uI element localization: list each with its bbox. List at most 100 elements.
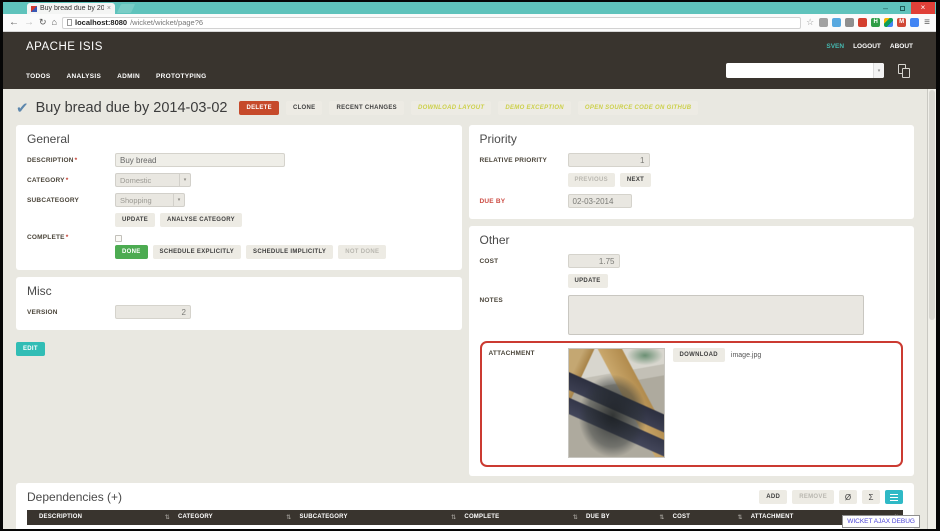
relative-priority-label: RELATIVE PRIORITY — [480, 157, 568, 164]
back-icon[interactable]: ← — [9, 18, 19, 28]
required-mark: * — [66, 177, 69, 184]
nav-item-analysis[interactable]: ANALYSIS — [67, 73, 102, 80]
dependencies-title: Dependencies (+) — [27, 490, 122, 504]
cost-field: 1.75 — [568, 254, 620, 268]
nav-item-prototyping[interactable]: PROTOTYPING — [156, 73, 207, 80]
url-host: localhost:8080 — [75, 18, 127, 27]
edit-button[interactable]: EDIT — [16, 342, 45, 356]
due-by-label: DUE BY — [480, 198, 568, 205]
sort-icon: ⇅ — [737, 514, 742, 521]
demo-exception-button[interactable]: DEMO EXCEPTION — [498, 101, 571, 115]
update-cost-button[interactable]: UPDATE — [568, 274, 608, 288]
apache-isis-app: APACHE ISIS TODOS ANALYSIS ADMIN PROTOTY… — [3, 32, 936, 529]
required-mark: * — [75, 157, 78, 164]
add-button[interactable]: ADD — [759, 490, 787, 504]
browser-window: Buy bread due by 20 × – × ← → ↻ ⌂ localh… — [3, 2, 936, 529]
sort-icon: ⇅ — [165, 514, 170, 521]
recent-changes-button[interactable]: RECENT CHANGES — [329, 101, 404, 115]
scrollbar-thumb[interactable] — [929, 90, 935, 320]
scrollbar[interactable] — [927, 89, 936, 529]
url-path: /wicket/wicket/page?6 — [130, 18, 203, 27]
update-button[interactable]: UPDATE — [115, 213, 155, 227]
wicket-ajax-debug-link[interactable]: WICKET AJAX DEBUG — [842, 515, 920, 528]
extension-icon[interactable] — [910, 18, 919, 27]
misc-panel: Misc VERSION 2 — [16, 277, 462, 330]
open-source-button[interactable]: OPEN SOURCE CODE ON GITHUB — [578, 101, 698, 115]
logout-link[interactable]: LOGOUT — [853, 43, 881, 50]
clone-button[interactable]: CLONE — [286, 101, 323, 115]
brand-logo[interactable]: APACHE ISIS — [26, 41, 103, 53]
due-by-field: 02-03-2014 — [568, 194, 632, 208]
main-nav: TODOS ANALYSIS ADMIN PROTOTYPING — [26, 73, 206, 80]
other-panel-title: Other — [480, 233, 904, 247]
download-button[interactable]: DOWNLOAD — [673, 348, 725, 362]
version-field: 2 — [115, 305, 191, 319]
bookmark-star-icon[interactable]: ☆ — [806, 17, 814, 28]
summary-sigma-icon[interactable]: Σ — [862, 490, 880, 504]
extension-icon[interactable]: H — [871, 18, 880, 27]
extension-icon[interactable] — [845, 18, 854, 27]
schedule-explicitly-button[interactable]: SCHEDULE EXPLICITLY — [153, 245, 242, 259]
done-button[interactable]: DONE — [115, 245, 148, 259]
priority-panel-title: Priority — [480, 132, 904, 146]
tab-close-icon[interactable]: × — [107, 5, 111, 12]
column-header-complete[interactable]: COMPLETE⇅ — [460, 510, 582, 525]
browser-tab[interactable]: Buy bread due by 20 × — [27, 3, 115, 14]
forward-icon[interactable]: → — [24, 18, 34, 28]
list-view-icon[interactable] — [885, 490, 903, 504]
chevron-down-icon: ▾ — [179, 174, 190, 186]
column-header-cost[interactable]: COST⇅ — [669, 510, 747, 525]
schedule-implicitly-button[interactable]: SCHEDULE IMPLICITLY — [246, 245, 333, 259]
required-mark: * — [66, 234, 69, 241]
minimize-button[interactable]: – — [877, 2, 894, 14]
chevron-down-icon[interactable]: ▾ — [873, 63, 884, 78]
notes-field[interactable] — [568, 295, 864, 335]
hide-columns-icon[interactable]: Ø — [839, 490, 857, 504]
extension-icon[interactable] — [832, 18, 841, 27]
tab-title: Buy bread due by 20 — [40, 5, 104, 12]
browser-toolbar: ← → ↻ ⌂ localhost:8080/wicket/wicket/pag… — [3, 14, 936, 32]
extension-icon[interactable] — [819, 18, 828, 27]
extension-icon[interactable] — [884, 18, 893, 27]
maximize-icon — [900, 6, 905, 11]
version-label: VERSION — [27, 309, 115, 316]
user-name[interactable]: SVEN — [826, 43, 844, 50]
extension-icon[interactable]: M — [897, 18, 906, 27]
nav-item-admin[interactable]: ADMIN — [117, 73, 140, 80]
new-tab-button[interactable] — [117, 4, 135, 13]
extension-icon[interactable] — [858, 18, 867, 27]
attachment-image — [568, 348, 665, 458]
maximize-button[interactable] — [894, 2, 911, 14]
column-header-category[interactable]: CATEGORY⇅ — [174, 510, 296, 525]
download-layout-button[interactable]: DOWNLOAD LAYOUT — [411, 101, 491, 115]
column-header-subcategory[interactable]: SUBCATEGORY⇅ — [295, 510, 460, 525]
sort-icon: ⇅ — [286, 514, 291, 521]
category-label: CATEGORY* — [27, 177, 115, 184]
dependencies-panel: Dependencies (+) ADD REMOVE Ø Σ DESCRIP — [16, 483, 914, 529]
attachment-filename: image.jpg — [731, 352, 761, 359]
object-header: ✔ Buy bread due by 2014-03-02 DELETE CLO… — [16, 96, 914, 120]
close-button[interactable]: × — [911, 2, 935, 14]
desktop-screen: Buy bread due by 20 × – × ← → ↻ ⌂ localh… — [0, 0, 940, 531]
copy-bookmark-icon[interactable] — [898, 64, 911, 78]
column-header-due-by[interactable]: DUE BY⇅ — [582, 510, 669, 525]
menu-icon[interactable]: ≡ — [924, 17, 930, 28]
app-header: APACHE ISIS TODOS ANALYSIS ADMIN PROTOTY… — [3, 32, 936, 89]
bookmarks-select[interactable]: ▾ — [726, 63, 884, 78]
description-field[interactable]: Buy bread — [115, 153, 285, 167]
about-link[interactable]: ABOUT — [890, 43, 913, 50]
notes-label: NOTES — [480, 295, 568, 304]
home-icon[interactable]: ⌂ — [52, 18, 57, 27]
delete-button[interactable]: DELETE — [239, 101, 278, 115]
empty-table-message: No Records Found — [27, 525, 903, 529]
analyse-category-button[interactable]: ANALYSE CATEGORY — [160, 213, 242, 227]
nav-item-todos[interactable]: TODOS — [26, 73, 51, 80]
next-button[interactable]: NEXT — [620, 173, 651, 187]
attachment-highlight-box: ATTACHMENT DOWNLOAD image.jpg — [480, 341, 904, 467]
column-header-description[interactable]: DESCRIPTION⇅ — [35, 510, 174, 525]
cost-label: COST — [480, 258, 568, 265]
column-header-select — [27, 510, 35, 525]
address-bar[interactable]: localhost:8080/wicket/wicket/page?6 — [62, 17, 801, 29]
refresh-icon[interactable]: ↻ — [39, 18, 47, 27]
page-icon — [67, 19, 72, 26]
